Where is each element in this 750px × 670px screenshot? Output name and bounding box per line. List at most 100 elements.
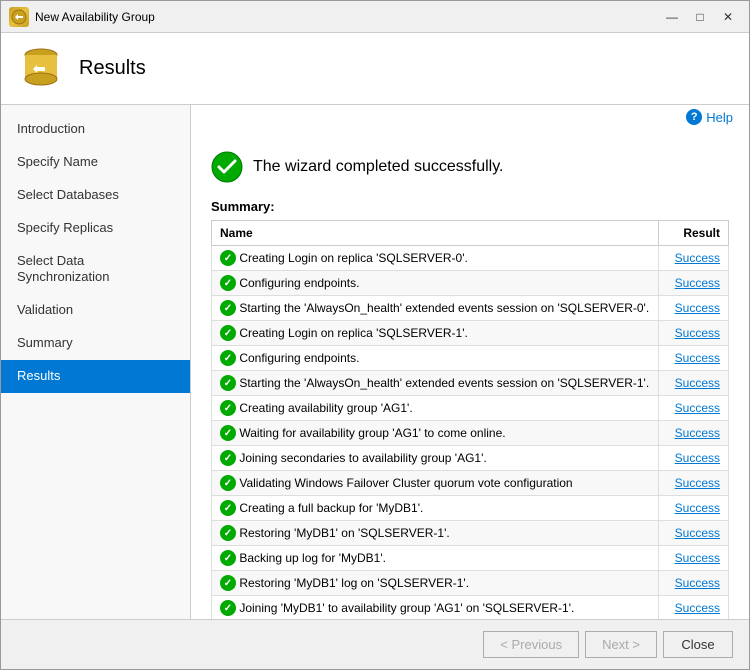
- page-title: Results: [79, 57, 146, 80]
- row-success-icon: ✓: [220, 300, 236, 316]
- row-success-icon: ✓: [220, 250, 236, 266]
- success-icon-large: [211, 151, 243, 183]
- row-success-icon: ✓: [220, 400, 236, 416]
- result-link[interactable]: Success: [667, 326, 720, 340]
- previous-button[interactable]: < Previous: [483, 631, 579, 658]
- success-banner: The wizard completed successfully.: [211, 151, 729, 183]
- row-result-cell: Success: [659, 596, 729, 620]
- table-row: ✓ Creating a full backup for 'MyDB1'. Su…: [212, 496, 729, 521]
- sidebar-item-results[interactable]: Results: [1, 360, 190, 393]
- main-panel: ? Help The wizard completed successfully…: [191, 105, 749, 619]
- row-name-cell: ✓ Restoring 'MyDB1' on 'SQLSERVER-1'.: [212, 521, 659, 546]
- row-success-icon: ✓: [220, 375, 236, 391]
- help-bar: ? Help: [191, 105, 749, 125]
- row-result-cell: Success: [659, 571, 729, 596]
- table-row: ✓ Configuring endpoints. Success: [212, 346, 729, 371]
- row-result-cell: Success: [659, 521, 729, 546]
- row-success-icon: ✓: [220, 475, 236, 491]
- result-link[interactable]: Success: [667, 426, 720, 440]
- results-table: Name Result ✓ Creating Login on replica …: [211, 220, 729, 619]
- main-window: New Availability Group — □ ✕ Results Int…: [0, 0, 750, 670]
- close-window-button[interactable]: ✕: [715, 7, 741, 27]
- row-name-cell: ✓ Creating Login on replica 'SQLSERVER-0…: [212, 246, 659, 271]
- row-success-icon: ✓: [220, 275, 236, 291]
- help-link[interactable]: ? Help: [686, 109, 733, 125]
- table-row: ✓ Restoring 'MyDB1' on 'SQLSERVER-1'. Su…: [212, 521, 729, 546]
- row-success-icon: ✓: [220, 500, 236, 516]
- table-row: ✓ Creating Login on replica 'SQLSERVER-1…: [212, 321, 729, 346]
- row-name-cell: ✓ Backing up log for 'MyDB1'.: [212, 546, 659, 571]
- page-header: Results: [1, 33, 749, 105]
- row-success-icon: ✓: [220, 325, 236, 341]
- row-name-cell: ✓ Joining 'MyDB1' to availability group …: [212, 596, 659, 620]
- table-header-row: Name Result: [212, 221, 729, 246]
- content-area: Introduction Specify Name Select Databas…: [1, 105, 749, 619]
- row-name-cell: ✓ Creating availability group 'AG1'.: [212, 396, 659, 421]
- table-row: ✓ Creating Login on replica 'SQLSERVER-0…: [212, 246, 729, 271]
- row-name-cell: ✓ Joining secondaries to availability gr…: [212, 446, 659, 471]
- row-result-cell: Success: [659, 371, 729, 396]
- result-link[interactable]: Success: [667, 551, 720, 565]
- result-link[interactable]: Success: [667, 476, 720, 490]
- row-result-cell: Success: [659, 546, 729, 571]
- result-link[interactable]: Success: [667, 376, 720, 390]
- row-name-cell: ✓ Validating Windows Failover Cluster qu…: [212, 471, 659, 496]
- row-name-cell: ✓ Starting the 'AlwaysOn_health' extende…: [212, 371, 659, 396]
- row-name-cell: ✓ Starting the 'AlwaysOn_health' extende…: [212, 296, 659, 321]
- close-button[interactable]: Close: [663, 631, 733, 658]
- result-link[interactable]: Success: [667, 276, 720, 290]
- table-row: ✓ Waiting for availability group 'AG1' t…: [212, 421, 729, 446]
- row-result-cell: Success: [659, 421, 729, 446]
- row-result-cell: Success: [659, 271, 729, 296]
- table-row: ✓ Configuring endpoints. Success: [212, 271, 729, 296]
- app-icon: [9, 7, 29, 27]
- result-link[interactable]: Success: [667, 301, 720, 315]
- sidebar-item-select-databases[interactable]: Select Databases: [1, 179, 190, 212]
- sidebar-item-validation[interactable]: Validation: [1, 294, 190, 327]
- footer: < Previous Next > Close: [1, 619, 749, 669]
- table-row: ✓ Creating availability group 'AG1'. Suc…: [212, 396, 729, 421]
- sidebar: Introduction Specify Name Select Databas…: [1, 105, 191, 619]
- result-link[interactable]: Success: [667, 251, 720, 265]
- row-name-cell: ✓ Creating Login on replica 'SQLSERVER-1…: [212, 321, 659, 346]
- result-link[interactable]: Success: [667, 401, 720, 415]
- main-content: The wizard completed successfully. Summa…: [191, 125, 749, 619]
- sidebar-item-summary[interactable]: Summary: [1, 327, 190, 360]
- result-link[interactable]: Success: [667, 501, 720, 515]
- window-controls: — □ ✕: [659, 7, 741, 27]
- next-button[interactable]: Next >: [585, 631, 657, 658]
- minimize-button[interactable]: —: [659, 7, 685, 27]
- sidebar-item-specify-name[interactable]: Specify Name: [1, 146, 190, 179]
- title-bar: New Availability Group — □ ✕: [1, 1, 749, 33]
- row-result-cell: Success: [659, 296, 729, 321]
- table-row: ✓ Joining 'MyDB1' to availability group …: [212, 596, 729, 620]
- result-link[interactable]: Success: [667, 526, 720, 540]
- sidebar-item-introduction[interactable]: Introduction: [1, 113, 190, 146]
- row-success-icon: ✓: [220, 450, 236, 466]
- help-icon: ?: [686, 109, 702, 125]
- column-name: Name: [212, 221, 659, 246]
- row-success-icon: ✓: [220, 550, 236, 566]
- row-name-cell: ✓ Restoring 'MyDB1' log on 'SQLSERVER-1'…: [212, 571, 659, 596]
- table-row: ✓ Joining secondaries to availability gr…: [212, 446, 729, 471]
- result-link[interactable]: Success: [667, 451, 720, 465]
- row-result-cell: Success: [659, 471, 729, 496]
- table-row: ✓ Backing up log for 'MyDB1'. Success: [212, 546, 729, 571]
- row-success-icon: ✓: [220, 575, 236, 591]
- row-name-cell: ✓ Configuring endpoints.: [212, 346, 659, 371]
- sidebar-item-select-data-sync[interactable]: Select Data Synchronization: [1, 245, 190, 295]
- row-success-icon: ✓: [220, 600, 236, 616]
- row-result-cell: Success: [659, 321, 729, 346]
- result-link[interactable]: Success: [667, 351, 720, 365]
- row-success-icon: ✓: [220, 525, 236, 541]
- success-message: The wizard completed successfully.: [253, 158, 503, 176]
- result-link[interactable]: Success: [667, 601, 720, 615]
- row-success-icon: ✓: [220, 350, 236, 366]
- row-result-cell: Success: [659, 346, 729, 371]
- row-result-cell: Success: [659, 496, 729, 521]
- maximize-button[interactable]: □: [687, 7, 713, 27]
- summary-label: Summary:: [211, 199, 729, 214]
- sidebar-item-specify-replicas[interactable]: Specify Replicas: [1, 212, 190, 245]
- result-link[interactable]: Success: [667, 576, 720, 590]
- window-title: New Availability Group: [35, 10, 659, 24]
